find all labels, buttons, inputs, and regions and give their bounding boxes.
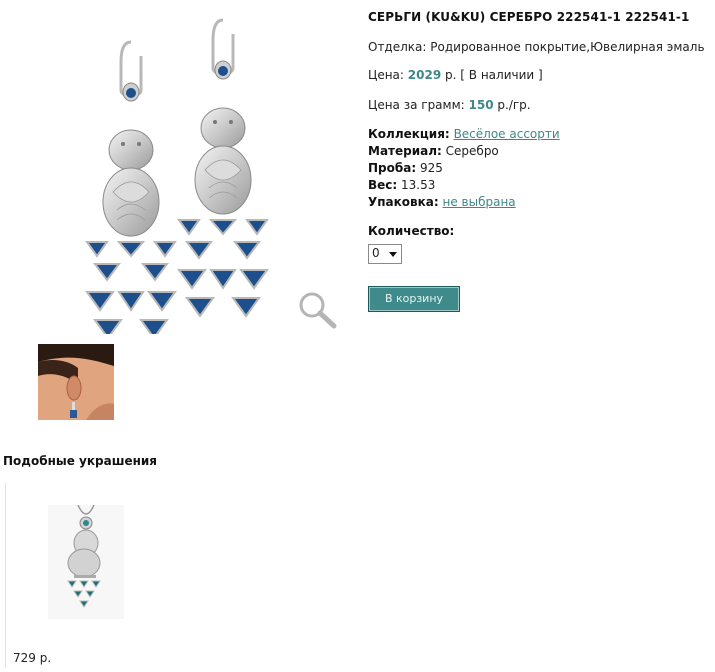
material-label: Материал: [368,144,442,158]
quantity-value: 0 [372,246,380,260]
assay-label: Проба: [368,161,417,175]
packaging-link[interactable]: не выбрана [443,195,516,209]
assay-value: 925 [419,161,443,175]
price-label: Цена: [368,68,404,82]
quantity-label: Количество: [368,224,455,238]
weight-label: Вес: [368,178,398,192]
related-item-price: 729 р. [13,651,52,665]
product-thumbnail[interactable] [38,344,114,420]
add-to-cart-button[interactable]: В корзину [368,286,460,312]
price-value: 2029 [407,68,442,82]
collection-row: Коллекция: Весёлое ассорти [368,127,560,141]
assay-row: Проба: 925 [368,161,443,175]
material-row: Материал: Серебро [368,144,499,158]
finish-label: Отделка: [368,40,427,54]
price-per-gram-row: Цена за грамм: 150 р./гр. [368,98,531,112]
product-main-image[interactable] [22,10,346,334]
product-title: СЕРЬГИ (KU&KU) СЕРЕБРО 222541-1 222541-1 [368,10,690,24]
price-row: Цена: 2029 р. [ В наличии ] [368,68,543,82]
weight-row: Вес: 13.53 [368,178,435,192]
packaging-label: Упаковка: [368,195,439,209]
quantity-select[interactable]: 0 [368,244,402,264]
material-value: Серебро [445,144,499,158]
packaging-row: Упаковка: не выбрана [368,195,516,209]
price-per-gram-label: Цена за грамм: [368,98,465,112]
price-per-gram-value: 150 [468,98,494,112]
chevron-down-icon [389,252,397,257]
collection-label: Коллекция: [368,127,450,141]
weight-value: 13.53 [401,178,436,192]
collection-link[interactable]: Весёлое ассорти [454,127,560,141]
related-divider [5,483,6,668]
related-section-title: Подобные украшения [3,454,158,468]
price-per-gram-unit: р./гр. [497,98,531,112]
related-item-image[interactable] [48,505,124,619]
price-unit: р. [445,68,457,82]
availability-status: [ В наличии ] [460,68,543,82]
finish-value: Родированное покрытие,Ювелирная эмаль [430,40,705,54]
finish-row: Отделка: Родированное покрытие,Ювелирная… [368,40,705,54]
